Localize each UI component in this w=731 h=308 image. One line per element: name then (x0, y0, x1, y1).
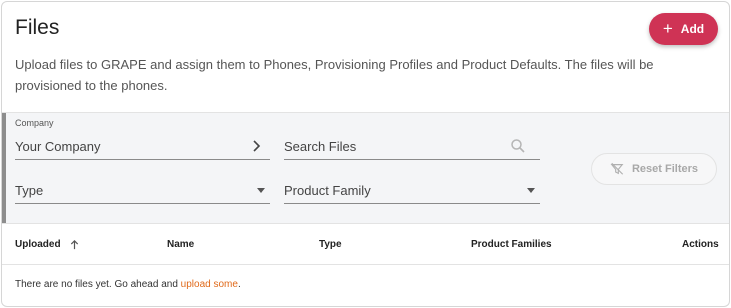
chevron-right-icon (253, 140, 261, 152)
filter-off-icon (610, 162, 624, 175)
page-title: Files (15, 16, 60, 39)
search-icon (511, 139, 525, 153)
search-files-input[interactable]: Search Files (284, 134, 540, 160)
reset-filters-label: Reset Filters (631, 163, 699, 175)
empty-state-text: There are no files yet. Go ahead and (15, 279, 181, 290)
company-selector[interactable]: Company Your Company (15, 118, 270, 160)
company-value: Your Company (15, 139, 101, 154)
caret-down-icon (527, 188, 535, 193)
files-card: Files + Add Upload files to GRAPE and as… (1, 1, 730, 307)
page-description: Upload files to GRAPE and assign them to… (15, 57, 654, 93)
company-label: Company (15, 118, 54, 128)
empty-state-message: There are no files yet. Go ahead and upl… (15, 279, 241, 290)
caret-down-icon (257, 188, 265, 193)
product-family-value: Product Family (284, 183, 371, 198)
empty-state-suffix: . (237, 279, 241, 290)
plus-icon: + (662, 18, 673, 38)
column-type[interactable]: Type (319, 239, 342, 250)
filter-panel-accent (2, 113, 6, 223)
column-uploaded-label: Uploaded (15, 239, 61, 251)
table-header: Uploaded Name Type Product Families Acti… (2, 223, 729, 265)
upload-some-link[interactable]: upload some (181, 279, 238, 290)
add-button[interactable]: + Add (649, 13, 718, 45)
arrow-up-icon (71, 239, 79, 250)
column-name[interactable]: Name (167, 239, 194, 250)
type-select[interactable]: Type (15, 178, 270, 204)
column-uploaded[interactable]: Uploaded (15, 239, 80, 250)
column-product-families[interactable]: Product Families (471, 239, 552, 250)
page-header: Files + Add Upload files to GRAPE and as… (2, 2, 729, 112)
type-value: Type (15, 183, 44, 198)
reset-filters-button[interactable]: Reset Filters (591, 153, 717, 185)
column-actions: Actions (682, 239, 719, 250)
product-family-select[interactable]: Product Family (284, 178, 540, 204)
add-button-label: Add (680, 22, 705, 36)
search-placeholder: Search Files (284, 139, 357, 154)
filter-panel: Company Your Company Search Files Type P… (2, 112, 729, 223)
